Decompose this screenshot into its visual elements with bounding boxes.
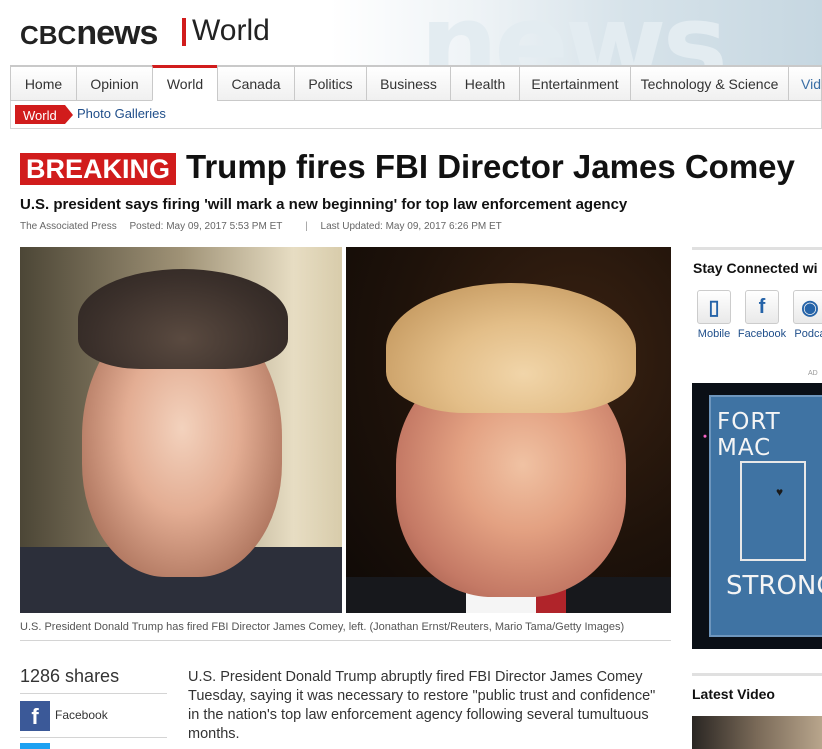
tab-technology-science[interactable]: Technology & Science	[630, 65, 789, 101]
tab-health[interactable]: Health	[450, 65, 520, 101]
subnav-photo-galleries[interactable]: Photo Galleries	[77, 106, 166, 121]
facebook-icon: f	[745, 290, 779, 324]
section-title[interactable]: World	[182, 14, 270, 48]
subnav-world[interactable]: World	[15, 105, 73, 124]
masthead: news CBCnews World	[0, 0, 822, 66]
heart-icon: ♥	[776, 485, 784, 499]
article-posted: Posted: May 09, 2017 5:53 PM ET	[129, 221, 283, 232]
article-headline: Trump fires FBI Director James Comey	[186, 148, 795, 185]
breaking-badge: BREAKING	[20, 153, 177, 185]
tab-business[interactable]: Business	[366, 65, 451, 101]
tab-video[interactable]: Vid	[788, 65, 822, 101]
ad-label: AD	[808, 370, 818, 377]
tab-politics[interactable]: Politics	[294, 65, 367, 101]
section-title-text: World	[192, 14, 270, 47]
divider	[20, 737, 167, 738]
logo-cbc: CBC	[20, 20, 77, 50]
photo-trump	[346, 247, 671, 613]
mobile-icon: ▯	[697, 290, 731, 324]
social-label: Podca	[794, 328, 822, 340]
photo-caption: U.S. President Donald Trump has fired FB…	[20, 613, 671, 641]
latest-video-thumbnail[interactable]	[692, 716, 822, 749]
tab-world[interactable]: World	[152, 65, 218, 101]
article-source: The Associated Press	[20, 221, 117, 232]
podcast-icon: ◉	[793, 290, 822, 324]
latest-video-title: Latest Video	[692, 686, 775, 702]
article-updated: Last Updated: May 09, 2017 6:26 PM ET	[320, 221, 502, 232]
masthead-watermark: news	[420, 0, 728, 66]
facebook-icon[interactable]: f	[20, 701, 50, 731]
advertisement[interactable]: FORT MAC ♥ STRONG	[692, 383, 822, 649]
sub-nav: World Photo Galleries	[10, 101, 822, 129]
article-subhead: U.S. president says firing 'will mark a …	[20, 196, 628, 213]
tab-opinion[interactable]: Opinion	[76, 65, 153, 101]
ad-text-bottom: STRONG	[726, 571, 822, 601]
hero-photo[interactable]	[20, 247, 671, 613]
province-outline-icon	[740, 461, 806, 561]
share-count: 1286 shares	[20, 666, 120, 686]
divider	[20, 693, 167, 694]
meta-separator: |	[305, 221, 308, 232]
social-podcast[interactable]: ◉ Podca	[780, 290, 822, 340]
ad-text-top: FORT MAC	[717, 409, 781, 461]
divider	[692, 247, 822, 250]
tab-entertainment[interactable]: Entertainment	[519, 65, 631, 101]
twitter-icon[interactable]	[20, 743, 50, 749]
divider	[692, 673, 822, 676]
photo-hair	[78, 269, 288, 369]
photo-hair	[386, 283, 636, 413]
stay-connected-title: Stay Connected wi	[693, 260, 818, 276]
article-meta: The Associated Press Posted: May 09, 201…	[20, 221, 512, 232]
tab-home[interactable]: Home	[10, 65, 77, 101]
cbc-news-logo[interactable]: CBCnews	[20, 14, 158, 53]
photo-comey	[20, 247, 342, 613]
tab-canada[interactable]: Canada	[217, 65, 295, 101]
logo-news: news	[76, 14, 158, 52]
main-nav: Home Opinion World Canada Politics Busin…	[10, 65, 822, 101]
article-body: U.S. President Donald Trump abruptly fir…	[188, 669, 656, 742]
facebook-share-button[interactable]: Facebook	[55, 708, 108, 722]
